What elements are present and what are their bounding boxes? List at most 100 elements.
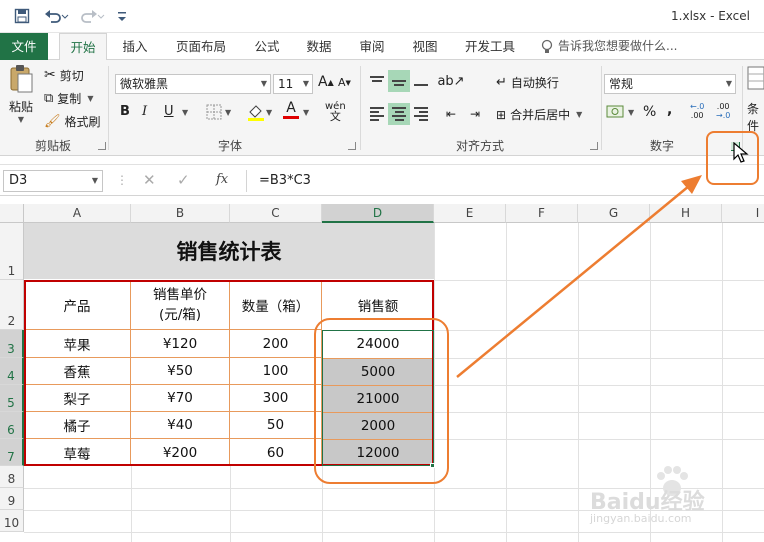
row-header-9[interactable]: 9 bbox=[0, 488, 24, 510]
tab-formulas[interactable]: 公式 bbox=[246, 33, 288, 60]
fill-color-icon[interactable]: ▼ bbox=[246, 102, 272, 122]
orientation-icon[interactable]: ab↗ bbox=[437, 70, 464, 92]
column-header-g[interactable]: G bbox=[578, 204, 650, 223]
tab-file[interactable]: 文件 bbox=[0, 33, 48, 60]
row-header-1[interactable]: 1 bbox=[0, 223, 24, 280]
tab-data[interactable]: 数据 bbox=[298, 33, 340, 60]
enter-icon[interactable]: ✓ bbox=[177, 171, 190, 189]
row-header-2[interactable]: 2 bbox=[0, 280, 24, 330]
font-size-select[interactable]: 11 ▼ bbox=[273, 74, 313, 94]
table-cell[interactable]: 12000 bbox=[322, 439, 434, 466]
row-header-3[interactable]: 3 bbox=[0, 330, 24, 358]
align-bottom-icon[interactable] bbox=[410, 70, 432, 92]
customize-icon[interactable] bbox=[116, 7, 128, 25]
table-cell[interactable]: 橘子 bbox=[24, 412, 131, 439]
tab-developer[interactable]: 开发工具 bbox=[456, 33, 524, 60]
fill-handle[interactable] bbox=[430, 463, 435, 468]
table-cell[interactable]: 60 bbox=[230, 439, 322, 466]
row-header-5[interactable]: 5 bbox=[0, 385, 24, 412]
percent-button[interactable]: % bbox=[643, 104, 656, 120]
row-header-7[interactable]: 7 bbox=[0, 439, 24, 466]
font-name-select[interactable]: 微软雅黑 ▼ bbox=[115, 74, 271, 94]
table-cell[interactable]: ¥50 bbox=[131, 358, 230, 385]
active-cell-d3[interactable]: 24000 bbox=[322, 330, 434, 358]
number-format-select[interactable]: 常规 ▼ bbox=[604, 74, 736, 94]
tab-review[interactable]: 审阅 bbox=[351, 33, 393, 60]
paste-button[interactable]: 粘贴 ▼ bbox=[6, 64, 36, 132]
conditional-format-button[interactable]: 条件 bbox=[747, 66, 764, 134]
phonetic-button[interactable]: wén 文 bbox=[325, 102, 346, 123]
currency-icon[interactable]: ▼ bbox=[606, 104, 634, 120]
table-cell[interactable]: 50 bbox=[230, 412, 322, 439]
header-product[interactable]: 产品 bbox=[24, 280, 131, 330]
name-box[interactable]: D3 ▼ bbox=[3, 170, 103, 192]
table-title[interactable]: 销售统计表 bbox=[24, 223, 434, 279]
font-launcher-icon[interactable] bbox=[348, 142, 356, 150]
align-top-icon[interactable] bbox=[366, 70, 388, 92]
align-left-icon[interactable] bbox=[366, 103, 388, 125]
formula-input[interactable]: =B3*C3 bbox=[246, 170, 762, 192]
column-header-a[interactable]: A bbox=[24, 204, 131, 223]
column-header-e[interactable]: E bbox=[434, 204, 506, 223]
cancel-icon[interactable]: ✕ bbox=[143, 171, 156, 189]
table-cell[interactable]: 2000 bbox=[322, 412, 434, 439]
bold-button[interactable]: B bbox=[120, 104, 130, 119]
cut-button[interactable]: ✂ 剪切 bbox=[44, 66, 84, 84]
merge-center-button[interactable]: ⊞ 合并后居中 ▼ bbox=[496, 106, 582, 123]
row-header-6[interactable]: 6 bbox=[0, 412, 24, 439]
format-painter-button[interactable]: 🖌 格式刷 bbox=[44, 112, 101, 130]
column-header-b[interactable]: B bbox=[131, 204, 230, 223]
undo-icon[interactable] bbox=[42, 7, 72, 25]
table-cell[interactable]: 100 bbox=[230, 358, 322, 385]
insert-function-button[interactable]: fx bbox=[216, 172, 228, 187]
table-cell[interactable]: 300 bbox=[230, 385, 322, 412]
shrink-font-button[interactable]: A ▼ bbox=[338, 76, 351, 89]
underline-button[interactable]: U bbox=[164, 104, 174, 119]
increase-indent-icon[interactable]: ⇥ bbox=[464, 103, 486, 125]
wrap-text-button[interactable]: ↵ 自动换行 bbox=[496, 74, 559, 91]
align-right-icon[interactable] bbox=[410, 103, 432, 125]
column-header-c[interactable]: C bbox=[230, 204, 322, 223]
table-cell[interactable]: 苹果 bbox=[24, 330, 131, 358]
italic-button[interactable]: I bbox=[142, 104, 147, 119]
clipboard-launcher-icon[interactable] bbox=[98, 142, 106, 150]
header-quantity[interactable]: 数量（箱） bbox=[230, 280, 322, 330]
align-center-icon[interactable] bbox=[388, 103, 410, 125]
column-header-f[interactable]: F bbox=[506, 204, 578, 223]
underline-dropdown-icon[interactable]: ▼ bbox=[182, 108, 188, 117]
font-color-dropdown-icon[interactable]: ▼ bbox=[303, 108, 309, 117]
column-header-d[interactable]: D bbox=[322, 204, 434, 223]
column-header-h[interactable]: H bbox=[650, 204, 722, 223]
increase-decimal-button[interactable]: ←.0.00 bbox=[690, 102, 704, 120]
worksheet-grid[interactable]: A B C D E F G H I 1 2 3 4 5 6 7 8 9 10 销… bbox=[0, 204, 764, 542]
grow-font-button[interactable]: A ▲ bbox=[318, 74, 334, 90]
decrease-decimal-button[interactable]: .00 →.0 bbox=[716, 102, 730, 120]
save-icon[interactable] bbox=[12, 7, 32, 25]
tab-home[interactable]: 开始 bbox=[59, 33, 107, 61]
header-unit-price[interactable]: 销售单价 (元/箱) bbox=[131, 280, 230, 330]
select-all-corner[interactable] bbox=[0, 204, 24, 223]
table-cell[interactable]: ¥200 bbox=[131, 439, 230, 466]
align-middle-icon[interactable] bbox=[388, 70, 410, 92]
decrease-indent-icon[interactable]: ⇤ bbox=[440, 103, 462, 125]
row-header-8[interactable]: 8 bbox=[0, 466, 24, 488]
tab-view[interactable]: 视图 bbox=[404, 33, 446, 60]
table-cell[interactable]: 梨子 bbox=[24, 385, 131, 412]
alignment-launcher-icon[interactable] bbox=[590, 142, 598, 150]
table-cell[interactable]: ¥120 bbox=[131, 330, 230, 358]
table-cell[interactable]: ¥70 bbox=[131, 385, 230, 412]
tab-page-layout[interactable]: 页面布局 bbox=[168, 33, 234, 60]
borders-icon[interactable]: ▼ bbox=[205, 103, 231, 121]
formula-bar-options-icon[interactable]: ⋮ bbox=[116, 173, 128, 187]
table-cell[interactable]: 21000 bbox=[322, 385, 434, 412]
table-cell[interactable]: 香蕉 bbox=[24, 358, 131, 385]
comma-button[interactable]: , bbox=[667, 102, 672, 118]
tab-insert[interactable]: 插入 bbox=[114, 33, 156, 60]
redo-icon[interactable] bbox=[78, 7, 108, 25]
table-cell[interactable]: 草莓 bbox=[24, 439, 131, 466]
column-header-i[interactable]: I bbox=[722, 204, 764, 223]
row-header-10[interactable]: 10 bbox=[0, 510, 24, 532]
copy-button[interactable]: ⧉ 复制 ▼ bbox=[44, 89, 93, 107]
table-cell[interactable]: 200 bbox=[230, 330, 322, 358]
table-cell[interactable]: ¥40 bbox=[131, 412, 230, 439]
